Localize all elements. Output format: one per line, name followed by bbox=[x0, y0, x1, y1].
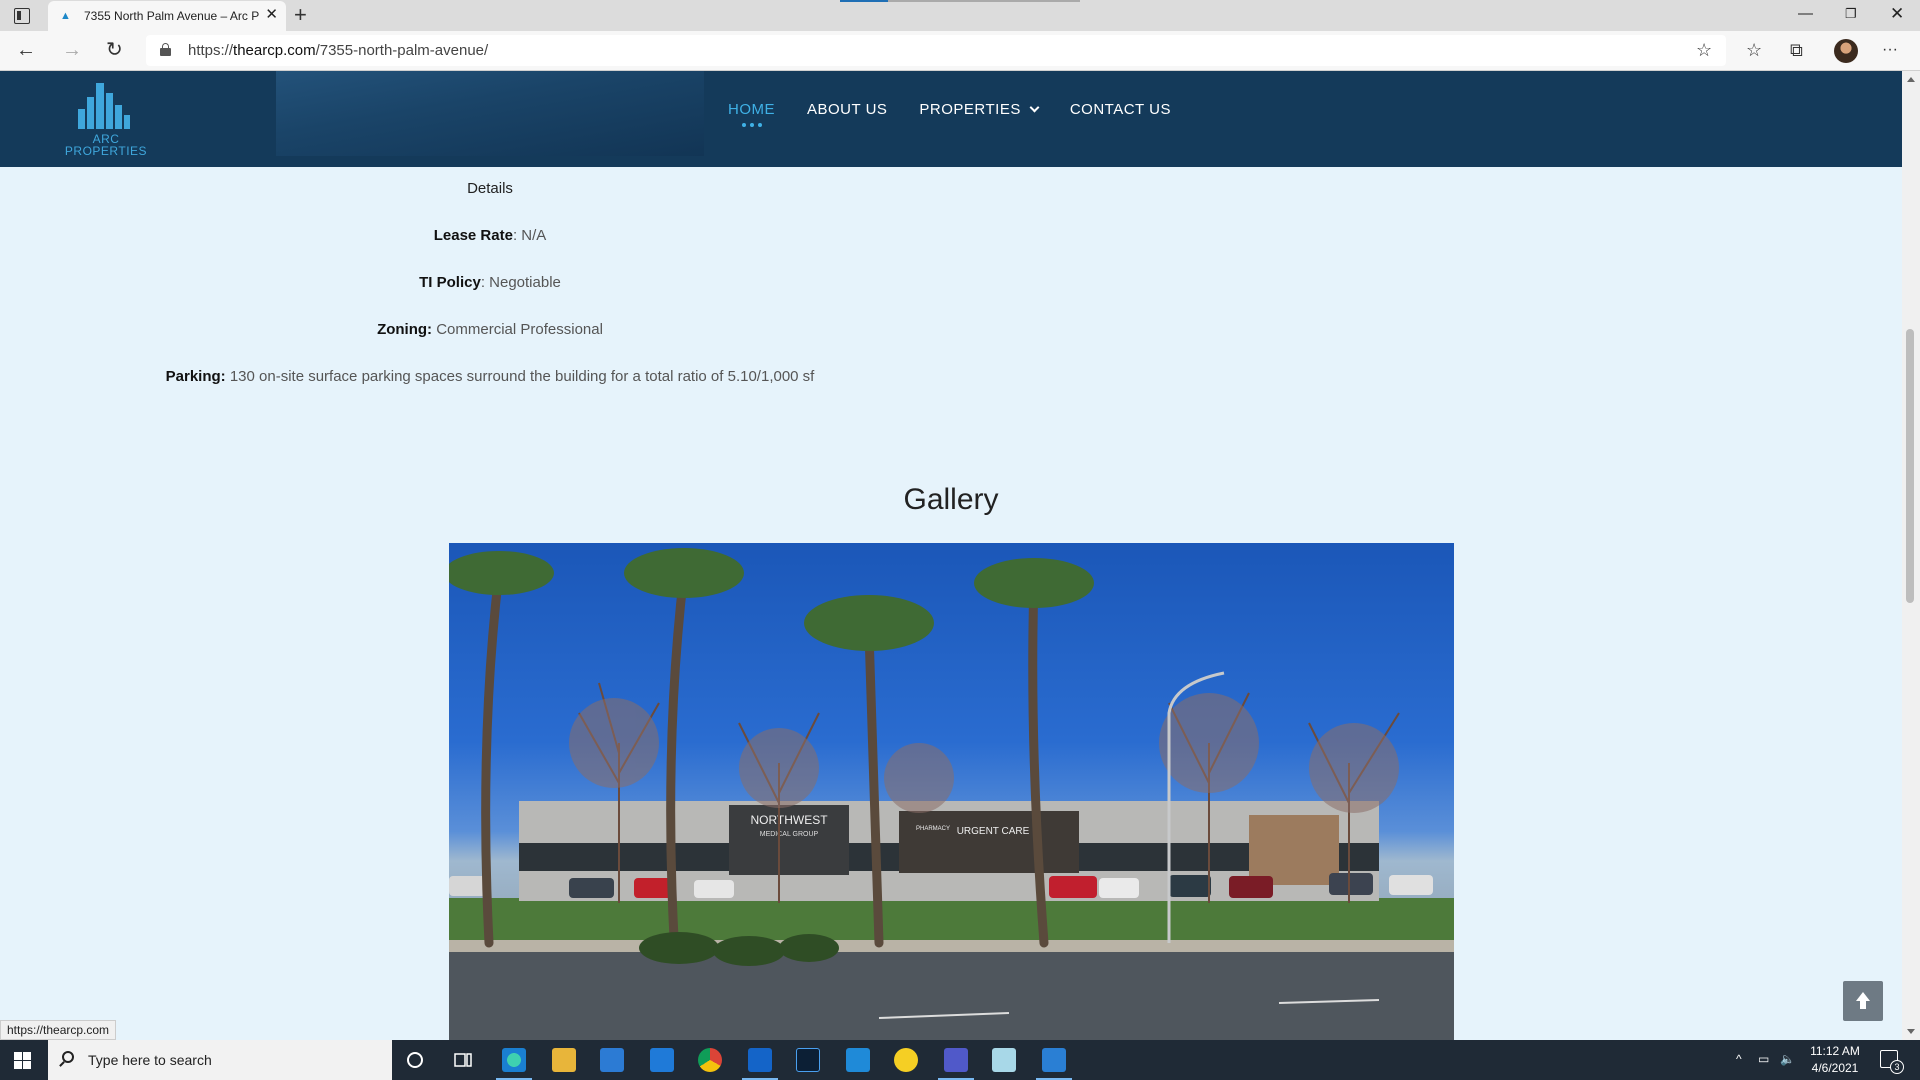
minimize-icon[interactable]: — bbox=[1798, 4, 1813, 24]
sign-medical-group: MEDICAL GROUP bbox=[760, 831, 819, 838]
restore-icon[interactable]: ❐ bbox=[1845, 4, 1857, 24]
more-options-icon[interactable]: ··· bbox=[1882, 40, 1898, 60]
back-icon[interactable]: ← bbox=[16, 39, 36, 61]
notification-count: 3 bbox=[1890, 1060, 1904, 1074]
new-tab-icon[interactable]: + bbox=[294, 3, 307, 27]
clock-time: 11:12 AM bbox=[1810, 1044, 1860, 1058]
loading-track bbox=[888, 0, 1080, 2]
windows-taskbar: Type here to search ^ ▭ 🔈 11:12 AM 4/6/2… bbox=[0, 1040, 1920, 1080]
sign-urgent-care: URGENT CARE bbox=[957, 826, 1030, 837]
scroll-down-icon[interactable] bbox=[1907, 1029, 1915, 1034]
nav-about-us[interactable]: ABOUT US bbox=[807, 101, 887, 118]
logo-buildings-icon bbox=[78, 83, 132, 129]
close-window-icon[interactable]: ✕ bbox=[1890, 4, 1904, 24]
network-icon[interactable]: ▭ bbox=[1758, 1051, 1769, 1067]
nav-home[interactable]: HOME bbox=[728, 101, 775, 127]
favorite-star-icon[interactable]: ☆ bbox=[1696, 40, 1712, 61]
store-app-icon[interactable] bbox=[600, 1048, 624, 1072]
chrome-app-icon[interactable] bbox=[698, 1048, 722, 1072]
nav-properties[interactable]: PROPERTIES bbox=[919, 101, 1040, 118]
parking-row: Parking: 130 on-site surface parking spa… bbox=[165, 368, 815, 385]
windows-start-icon[interactable] bbox=[14, 1052, 32, 1069]
sign-pharmacy: PHARMACY bbox=[916, 826, 950, 832]
norton-app-icon[interactable] bbox=[894, 1048, 918, 1072]
forward-icon[interactable]: → bbox=[62, 39, 82, 61]
search-icon bbox=[62, 1051, 74, 1063]
vscode-app-icon[interactable] bbox=[846, 1048, 870, 1072]
browser-tab-bar: ▲ 7355 North Palm Avenue – Arc P ✕ + — ❐… bbox=[0, 0, 1920, 31]
favorites-icon[interactable]: ☆ bbox=[1746, 40, 1762, 60]
address-bar[interactable]: https://thearcp.com/7355-north-palm-aven… bbox=[146, 35, 1726, 66]
teams-app-icon[interactable] bbox=[938, 1048, 974, 1080]
main-nav: HOME ABOUT US PROPERTIES CONTACT US bbox=[728, 101, 1171, 127]
building-photo-illustration: NORTHWEST MEDICAL GROUP PHARMACY URGENT … bbox=[449, 548, 1454, 1040]
clock-date: 4/6/2021 bbox=[1811, 1061, 1859, 1075]
arc-properties-logo[interactable]: ARC PROPERTIES bbox=[56, 83, 156, 159]
zoning-row: Zoning: Commercial Professional bbox=[377, 321, 603, 338]
site-header: ARC PROPERTIES HOME ABOUT US PROPERTIES … bbox=[0, 71, 1902, 167]
header-banner-image bbox=[276, 71, 704, 156]
browser-tab[interactable]: ▲ 7355 North Palm Avenue – Arc P ✕ bbox=[48, 1, 286, 31]
edge-app-icon[interactable] bbox=[496, 1048, 532, 1080]
refresh-icon[interactable]: ↻ bbox=[106, 39, 123, 61]
nav-contact-us[interactable]: CONTACT US bbox=[1070, 101, 1171, 118]
chevron-down-icon bbox=[1029, 102, 1040, 113]
loading-indicator bbox=[840, 0, 888, 2]
details-heading: Details bbox=[467, 180, 513, 197]
sign-northwest: NORTHWEST bbox=[750, 813, 828, 827]
tab-actions-icon[interactable] bbox=[14, 8, 30, 24]
close-tab-icon[interactable]: ✕ bbox=[265, 7, 278, 23]
status-bar-link: https://thearcp.com bbox=[0, 1020, 117, 1040]
gallery-photo[interactable]: NORTHWEST MEDICAL GROUP PHARMACY URGENT … bbox=[449, 543, 1454, 1040]
url-text[interactable]: https://thearcp.com/7355-north-palm-aven… bbox=[188, 42, 488, 59]
page-scrollbar[interactable] bbox=[1902, 71, 1920, 1040]
notepad-app-icon[interactable] bbox=[992, 1048, 1016, 1072]
collections-icon[interactable]: ⧉ bbox=[1790, 40, 1803, 60]
taskbar-search[interactable]: Type here to search bbox=[48, 1040, 392, 1080]
cortana-icon[interactable] bbox=[407, 1052, 423, 1068]
lease-rate-row: Lease Rate: N/A bbox=[433, 227, 547, 244]
notifications-icon[interactable]: 3 bbox=[1880, 1050, 1904, 1074]
trello-app-icon[interactable] bbox=[650, 1048, 674, 1072]
active-indicator bbox=[741, 123, 762, 127]
tab-title: 7355 North Palm Avenue – Arc P bbox=[84, 9, 259, 23]
taskbar-clock[interactable]: 11:12 AM 4/6/2021 bbox=[1800, 1043, 1870, 1077]
outlook-app-icon[interactable] bbox=[742, 1048, 778, 1080]
search-placeholder: Type here to search bbox=[88, 1052, 212, 1068]
file-explorer-icon[interactable] bbox=[552, 1048, 576, 1072]
scroll-to-top-button[interactable] bbox=[1843, 981, 1883, 1021]
photoshop-app-icon[interactable] bbox=[796, 1048, 820, 1072]
photos-app-icon[interactable] bbox=[1036, 1048, 1072, 1080]
profile-avatar[interactable] bbox=[1834, 39, 1858, 63]
lock-icon[interactable] bbox=[160, 43, 171, 56]
gallery-title: Gallery bbox=[903, 483, 999, 516]
ti-policy-row: TI Policy: Negotiable bbox=[419, 274, 561, 291]
show-hidden-icons-icon[interactable]: ^ bbox=[1736, 1051, 1742, 1067]
scrollbar-thumb[interactable] bbox=[1906, 329, 1914, 603]
scroll-up-icon[interactable] bbox=[1907, 77, 1915, 82]
volume-icon[interactable]: 🔈 bbox=[1780, 1051, 1795, 1067]
logo-text-properties: PROPERTIES bbox=[64, 144, 148, 158]
task-view-icon[interactable] bbox=[454, 1051, 472, 1069]
browser-toolbar: ← → ↻ https://thearcp.com/7355-north-pal… bbox=[0, 31, 1920, 71]
site-favicon-icon: ▲ bbox=[60, 10, 71, 22]
